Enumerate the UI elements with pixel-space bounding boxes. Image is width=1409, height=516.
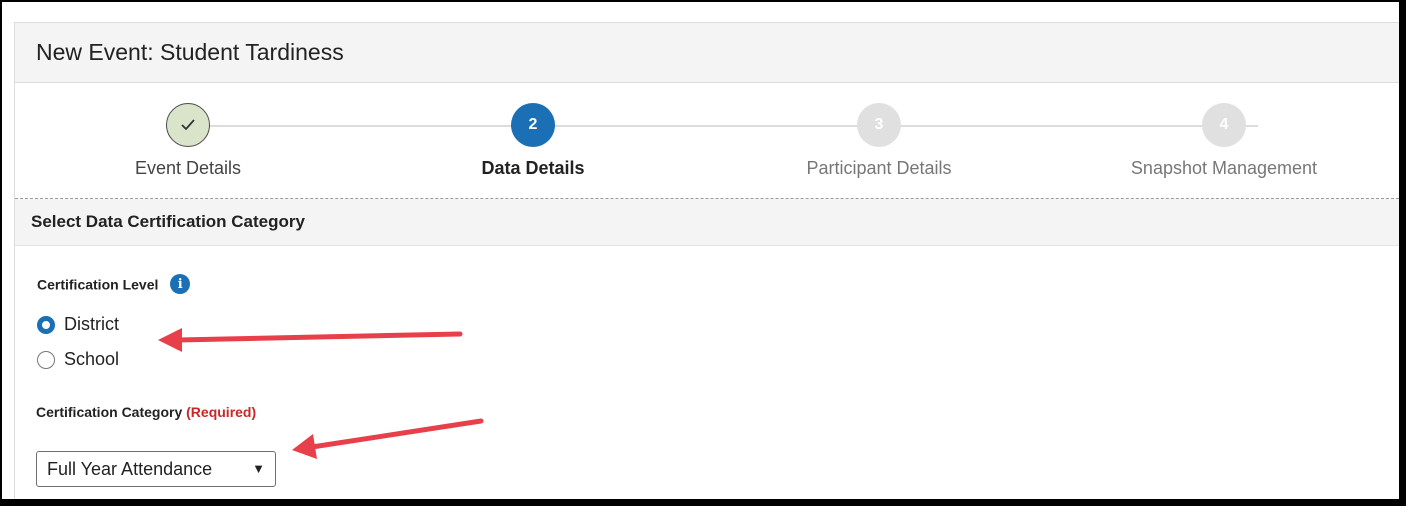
- annotation-arrows: [158, 328, 484, 459]
- step-circle: [166, 103, 210, 147]
- step-circle: 2: [511, 103, 555, 147]
- step-circle: 4: [1202, 103, 1246, 147]
- step-circle: 3: [857, 103, 901, 147]
- annotation-arrow-icon: [158, 328, 463, 352]
- annotation-arrow-icon: [292, 418, 484, 459]
- checkmark-icon: [181, 119, 195, 131]
